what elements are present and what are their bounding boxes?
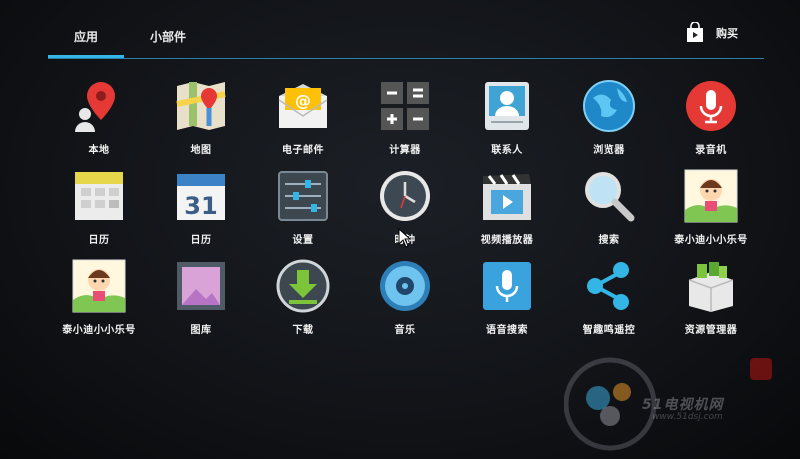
cartoon-kids-app-icon bbox=[72, 259, 126, 313]
search-icon bbox=[585, 172, 635, 222]
app-browser[interactable]: 浏览器 bbox=[558, 78, 660, 156]
music-icon bbox=[380, 261, 430, 311]
app-file-manager[interactable]: 资源管理器 bbox=[660, 258, 762, 336]
app-label: 地图 bbox=[190, 145, 212, 156]
shop-label: 购买 bbox=[716, 27, 738, 40]
app-kids-cartoon-2[interactable]: 泰小迪小小乐号 bbox=[48, 258, 150, 336]
watermark-url: www.51dsj.com bbox=[652, 412, 723, 422]
clock-icon bbox=[380, 171, 430, 221]
mouse-pointer-icon bbox=[398, 228, 412, 248]
download-icon bbox=[276, 259, 330, 313]
app-calendar-2[interactable]: 31 日历 bbox=[150, 168, 252, 246]
app-label: 电子邮件 bbox=[282, 145, 324, 156]
cartoon-kids-app-icon bbox=[684, 169, 738, 223]
maps-icon bbox=[176, 82, 226, 130]
app-label: 智趣鸣遥控 bbox=[582, 325, 636, 336]
app-label: 录音机 bbox=[695, 145, 727, 156]
app-music[interactable]: 音乐 bbox=[354, 258, 456, 336]
settings-icon bbox=[278, 171, 328, 221]
app-sound-recorder[interactable]: 录音机 bbox=[660, 78, 762, 156]
tab-apps[interactable]: 应用 bbox=[74, 28, 98, 45]
shop-button[interactable]: 购买 bbox=[684, 22, 738, 44]
app-email[interactable]: @ 电子邮件 bbox=[252, 78, 354, 156]
app-kids-cartoon[interactable]: 泰小迪小小乐号 bbox=[660, 168, 762, 246]
app-label: 下载 bbox=[292, 325, 314, 336]
app-share-remote[interactable]: 智趣鸣遥控 bbox=[558, 258, 660, 336]
app-label: 日历 bbox=[190, 235, 212, 246]
tab-bar: 应用 小部件 购买 bbox=[48, 0, 764, 62]
app-label: 音乐 bbox=[394, 325, 416, 336]
svg-text:31: 31 bbox=[184, 192, 217, 220]
contacts-icon bbox=[485, 82, 529, 130]
app-settings[interactable]: 设置 bbox=[252, 168, 354, 246]
red-stamp-logo bbox=[750, 358, 772, 380]
app-gallery[interactable]: 图库 bbox=[150, 258, 252, 336]
sound-recorder-icon bbox=[686, 81, 736, 131]
app-label: 资源管理器 bbox=[684, 325, 738, 336]
gallery-icon bbox=[177, 262, 225, 310]
app-label: 本地 bbox=[88, 145, 110, 156]
app-voice-search[interactable]: 语音搜索 bbox=[456, 258, 558, 336]
app-label: 设置 bbox=[292, 235, 314, 246]
svg-text:@: @ bbox=[295, 91, 311, 110]
app-label: 日历 bbox=[88, 235, 110, 246]
shopping-bag-icon bbox=[687, 22, 703, 42]
app-label: 搜索 bbox=[598, 235, 620, 246]
app-label: 泰小迪小小乐号 bbox=[674, 235, 748, 246]
tab-widgets[interactable]: 小部件 bbox=[150, 28, 186, 45]
app-label: 泰小迪小小乐号 bbox=[62, 325, 136, 336]
calendar-icon bbox=[75, 172, 123, 220]
app-label: 浏览器 bbox=[593, 145, 625, 156]
tab-divider bbox=[48, 58, 764, 59]
app-search[interactable]: 搜索 bbox=[558, 168, 660, 246]
app-contacts[interactable]: 联系人 bbox=[456, 78, 558, 156]
app-label: 联系人 bbox=[491, 145, 523, 156]
app-calendar[interactable]: 日历 bbox=[48, 168, 150, 246]
watermark-text: 51电视机网 bbox=[642, 397, 724, 413]
app-label: 语音搜索 bbox=[486, 325, 528, 336]
calendar-31-icon: 31 bbox=[177, 174, 225, 220]
email-icon: @ bbox=[278, 84, 328, 128]
app-local[interactable]: 本地 bbox=[48, 78, 150, 156]
app-video-player[interactable]: 视频播放器 bbox=[456, 168, 558, 246]
voice-search-icon bbox=[483, 262, 531, 310]
share-remote-icon bbox=[587, 262, 629, 310]
calculator-icon bbox=[381, 82, 429, 130]
video-player-icon bbox=[483, 174, 531, 220]
app-download[interactable]: 下载 bbox=[252, 258, 354, 336]
app-maps[interactable]: 地图 bbox=[150, 78, 252, 156]
browser-globe-icon bbox=[583, 80, 635, 132]
app-label: 图库 bbox=[190, 325, 212, 336]
file-manager-icon bbox=[688, 262, 734, 312]
maps-pin-person-icon bbox=[75, 82, 115, 132]
app-calculator[interactable]: 计算器 bbox=[354, 78, 456, 156]
app-label: 视频播放器 bbox=[480, 235, 534, 246]
app-label: 计算器 bbox=[389, 145, 421, 156]
